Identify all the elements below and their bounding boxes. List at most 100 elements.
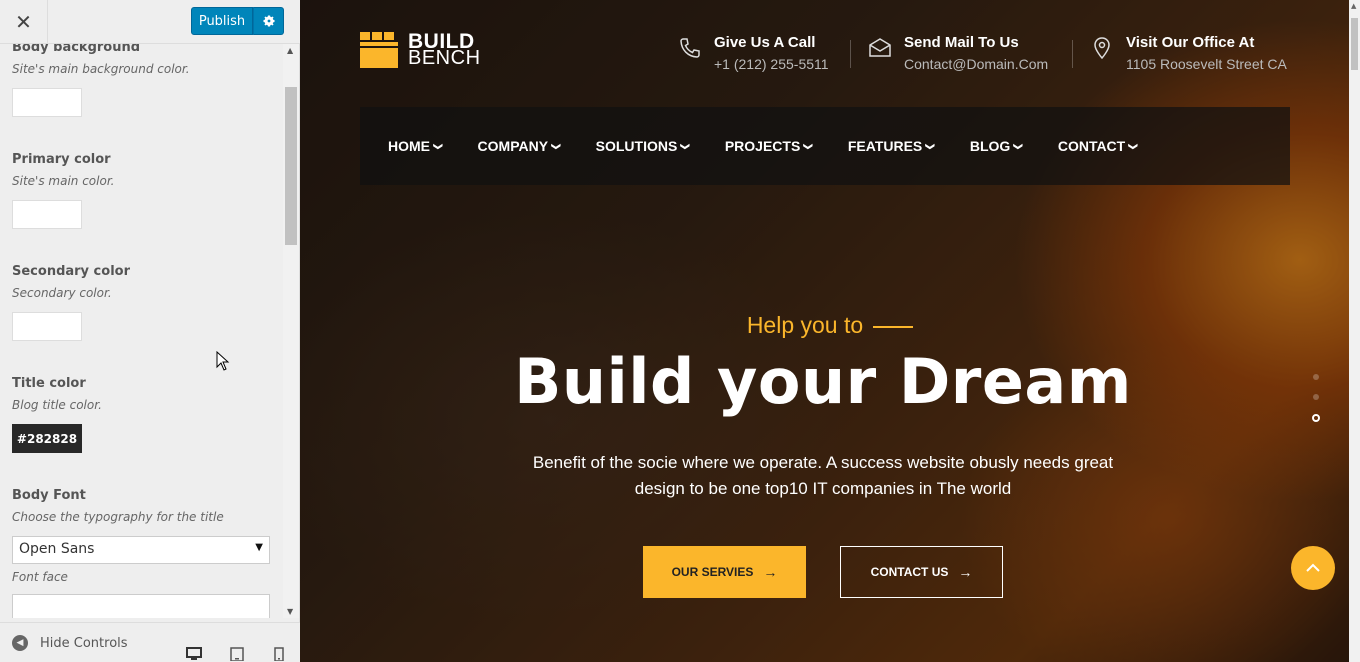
contact-office: Visit Our Office At 1105 Roosevelt Stree… [1090, 34, 1287, 72]
button-label: CONTACT US [870, 565, 949, 579]
contact-mail: Send Mail To Us Contact@Domain.Com [868, 34, 1048, 72]
customizer-panel: ✕ Publish Body background Site's main ba… [0, 0, 300, 662]
control-title: Secondary color [12, 264, 130, 279]
slider-dot-active[interactable] [1312, 414, 1320, 422]
chevron-down-icon: ❯ [551, 142, 562, 150]
contact-value[interactable]: +1 (212) 255-5511 [714, 56, 829, 72]
button-label: OUR SERVIES [671, 565, 754, 579]
publish-settings-button[interactable] [253, 7, 284, 35]
sidebar-scrollbar[interactable]: ▲ ▼ [283, 44, 299, 618]
slider-dot[interactable] [1313, 374, 1319, 380]
customizer-header: ✕ Publish [0, 0, 300, 44]
customizer-controls: Body background Site's main background c… [0, 44, 300, 618]
mouse-cursor-icon [216, 351, 230, 371]
nav-label: FEATURES [847, 138, 923, 154]
nav-item-home[interactable]: HOME ❯ [388, 138, 444, 154]
hide-controls-label: Hide Controls [40, 635, 128, 651]
control-title: Body background [12, 44, 141, 55]
hero-subtitle-text: Help you to [746, 312, 864, 338]
font-face-select[interactable] [12, 594, 270, 618]
hero-subtitle: Help you to [300, 312, 1360, 339]
nav-item-company[interactable]: COMPANY ❯ [477, 138, 562, 154]
chevron-up-icon [1306, 563, 1320, 572]
control-title: Title color [12, 376, 86, 391]
brick-logo-icon [360, 32, 398, 68]
site-preview: BUILD BENCH Give Us A Call +1 (212) 255-… [300, 0, 1360, 662]
scroll-down-icon[interactable]: ▼ [287, 607, 293, 616]
contact-title: Visit Our Office At [1126, 34, 1255, 51]
control-body-font: Body Font Choose the typography for the … [12, 488, 282, 618]
back-to-top-button[interactable] [1291, 546, 1335, 590]
nav-label: COMPANY [477, 138, 549, 154]
contact-value: 1105 Roosevelt Street CA [1126, 56, 1287, 72]
publish-button[interactable]: Publish [191, 7, 253, 35]
font-face-label: Font face [12, 570, 68, 584]
slider-pagination [1312, 374, 1320, 436]
close-customizer-button[interactable]: ✕ [0, 0, 48, 43]
font-family-select[interactable]: Open Sans ▼ [12, 536, 270, 564]
hide-controls-button[interactable]: ◀ Hide Controls [12, 635, 128, 651]
nav-item-contact[interactable]: CONTACT ❯ [1057, 138, 1139, 154]
mobile-icon[interactable] [271, 647, 287, 661]
contact-us-button[interactable]: CONTACT US → [840, 546, 1003, 598]
contact-value[interactable]: Contact@Domain.Com [904, 56, 1048, 72]
contact-title: Give Us A Call [714, 34, 816, 51]
scrollbar-thumb[interactable] [1351, 18, 1358, 70]
desktop-icon[interactable] [186, 647, 202, 661]
nav-label: PROJECTS [724, 138, 801, 154]
accent-line [873, 325, 914, 328]
nav-label: BLOG [969, 138, 1011, 154]
collapse-arrow-icon: ◀ [12, 635, 28, 651]
our-services-button[interactable]: OUR SERVIES → [643, 546, 806, 598]
slider-dot[interactable] [1313, 394, 1319, 400]
nav-item-blog[interactable]: BLOG ❯ [969, 138, 1024, 154]
primary-color-picker[interactable] [12, 200, 82, 229]
control-title: Primary color [12, 152, 111, 167]
main-navigation: HOME ❯ COMPANY ❯ SOLUTIONS ❯ PROJECTS ❯ FEAT… [360, 107, 1290, 185]
control-title-color: Title color Blog title color. #282828 [12, 376, 282, 488]
contact-call: Give Us A Call +1 (212) 255-5511 [678, 34, 829, 72]
nav-label: CONTACT [1057, 138, 1126, 154]
nav-item-solutions[interactable]: SOLUTIONS ❯ [595, 138, 691, 154]
divider [850, 40, 851, 68]
location-pin-icon [1094, 37, 1110, 60]
preview-scrollbar[interactable]: ▲ [1349, 0, 1360, 662]
phone-icon [680, 38, 700, 58]
control-description: Blog title color. [12, 398, 102, 412]
tablet-icon[interactable] [229, 647, 245, 661]
chevron-down-icon: ❯ [433, 142, 444, 150]
dropdown-arrow-icon: ▼ [255, 542, 263, 553]
font-family-value: Open Sans [19, 541, 95, 557]
customizer-footer: ◀ Hide Controls [0, 622, 300, 662]
nav-item-projects[interactable]: PROJECTS ❯ [724, 138, 814, 154]
site-logo[interactable]: BUILD BENCH [360, 31, 481, 69]
close-icon: ✕ [15, 9, 32, 34]
chevron-down-icon: ❯ [680, 142, 691, 150]
control-body-background: Body background Site's main background c… [12, 44, 282, 152]
contact-title: Send Mail To Us [904, 34, 1019, 51]
scroll-up-icon[interactable]: ▲ [287, 46, 293, 55]
secondary-color-picker[interactable] [12, 312, 82, 341]
scroll-up-icon[interactable]: ▲ [1351, 2, 1356, 10]
scrollbar-thumb[interactable] [285, 87, 297, 245]
divider [1072, 40, 1073, 68]
control-description: Site's main color. [12, 174, 115, 188]
control-description: Secondary color. [12, 286, 112, 300]
nav-item-features[interactable]: FEATURES ❯ [847, 138, 936, 154]
control-description: Site's main background color. [12, 62, 190, 76]
control-secondary-color: Secondary color Secondary color. [12, 264, 282, 376]
control-description: Choose the typography for the title [12, 510, 224, 524]
gear-icon [262, 15, 275, 27]
arrow-right-icon: → [958, 564, 973, 580]
chevron-down-icon: ❯ [1128, 142, 1139, 150]
title-color-picker[interactable]: #282828 [12, 424, 82, 453]
chevron-down-icon: ❯ [803, 142, 814, 150]
body-background-color-picker[interactable] [12, 88, 82, 117]
logo-line-2: BENCH [408, 47, 481, 69]
hero-description: Benefit of the socie where we operate. A… [532, 453, 1114, 498]
chevron-down-icon: ❯ [925, 142, 936, 150]
control-title: Body Font [12, 488, 86, 503]
hero-title: Build your Dream [514, 345, 1132, 418]
control-primary-color: Primary color Site's main color. [12, 152, 282, 264]
nav-label: SOLUTIONS [595, 138, 678, 154]
